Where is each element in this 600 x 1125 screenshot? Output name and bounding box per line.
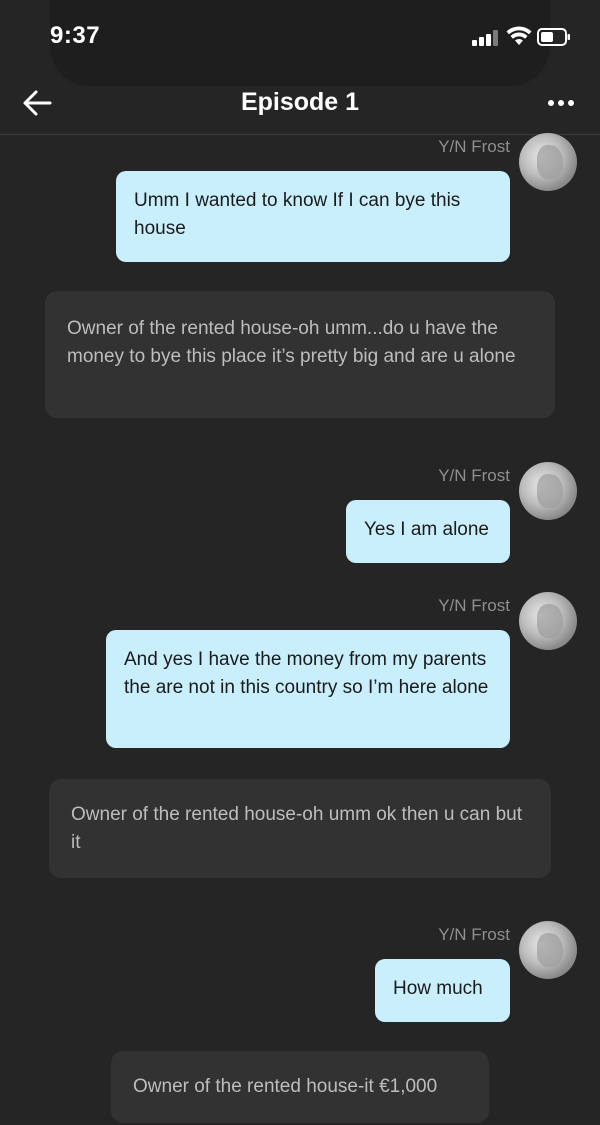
outgoing-message-bubble: Umm I wanted to know If I can bye this h… (116, 171, 510, 262)
sender-name: Y/N Frost (438, 137, 510, 156)
avatar[interactable] (519, 592, 577, 650)
outgoing-message-bubble: Yes I am alone (346, 500, 510, 563)
battery-icon (537, 28, 570, 46)
avatar[interactable] (519, 133, 577, 191)
episode-header: Episode 1 (0, 72, 600, 135)
outgoing-message-bubble: And yes I have the money from my parents… (106, 630, 510, 748)
more-options-icon[interactable] (540, 88, 580, 118)
avatar[interactable] (519, 921, 577, 979)
avatar[interactable] (519, 462, 577, 520)
wifi-icon (506, 26, 532, 45)
incoming-message-bubble: Owner of the rented house-oh umm...do u … (45, 291, 555, 418)
incoming-message-bubble: Owner of the rented house-it €1,000 (111, 1051, 489, 1123)
status-bar: 9:37 (0, 0, 600, 86)
sender-name: Y/N Frost (438, 596, 510, 615)
outgoing-message-bubble: How much (375, 959, 510, 1022)
sender-name: Y/N Frost (438, 925, 510, 944)
incoming-message-bubble: Owner of the rented house-oh umm ok then… (49, 779, 551, 878)
signal-icon (472, 30, 502, 46)
status-time: 9:37 (50, 22, 101, 49)
page-title: Episode 1 (240, 88, 360, 116)
sender-name: Y/N Frost (438, 466, 510, 485)
